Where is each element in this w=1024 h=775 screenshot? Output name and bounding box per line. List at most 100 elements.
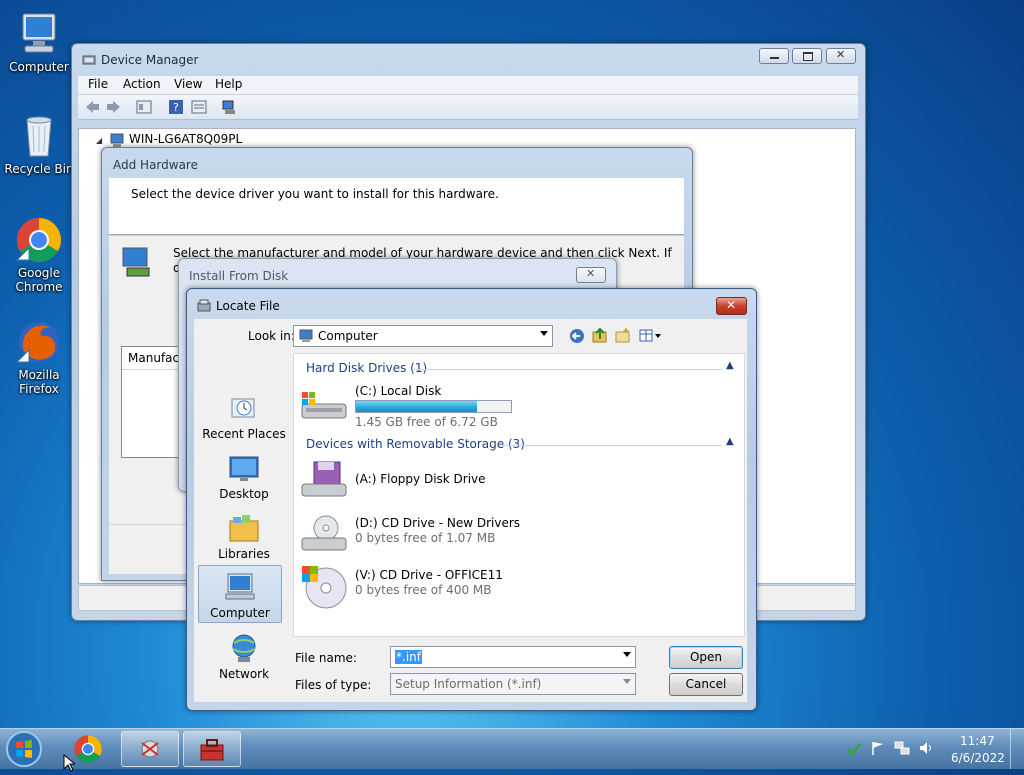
chrome-icon (73, 734, 103, 767)
files-of-type-label: Files of type: (295, 678, 372, 692)
floppy-drive-icon (300, 460, 348, 503)
maximize-button[interactable] (792, 48, 822, 64)
toolbox-icon (198, 737, 226, 766)
group-divider (414, 369, 722, 370)
back-icon[interactable] (569, 328, 585, 347)
menu-action[interactable]: Action (123, 77, 161, 91)
recent-places-icon (228, 393, 260, 423)
sidebar-item-label: Computer (210, 606, 270, 620)
manufacturer-header: Manufact (128, 351, 184, 365)
wizard-heading: Select the device driver you want to ins… (131, 187, 499, 201)
desktop-icon-chrome[interactable]: Google Chrome (1, 216, 77, 294)
clock-time[interactable]: 11:47 (960, 734, 995, 748)
details-view-icon[interactable] (191, 99, 207, 115)
group-header-hard-disks[interactable]: Hard Disk Drives (1) (306, 361, 427, 375)
desktop-icon-label: Computer (9, 60, 69, 74)
local-disk-icon (300, 390, 348, 425)
tree-expand-icon[interactable]: ◢ (96, 136, 102, 145)
action-center-flag-icon[interactable] (870, 740, 886, 759)
drive-name: (D:) CD Drive - New Drivers (355, 516, 521, 530)
svg-text:?: ? (173, 101, 179, 114)
window-title: Install From Disk (189, 269, 289, 283)
computer-icon (224, 572, 256, 602)
wizard-header: Select the device driver you want to ins… (109, 178, 684, 235)
cd-drive-icon (300, 514, 348, 557)
start-button[interactable] (4, 729, 48, 769)
locate-file-dialog: Locate File ✕ Look in: Computer Recent P… (186, 288, 757, 711)
office-cd-icon (300, 564, 348, 613)
hardware-icon (121, 246, 153, 281)
desktop-icon-label: Recycle Bin (4, 162, 74, 176)
desktop-icon-recycle-bin[interactable]: Recycle Bin (1, 112, 77, 176)
network-tray-icon[interactable] (894, 740, 910, 759)
look-in-combo[interactable]: Computer (293, 325, 553, 347)
sidebar-item-computer[interactable]: Computer (198, 565, 282, 623)
close-button[interactable]: ✕ (826, 48, 856, 64)
taskbar-device-manager-button[interactable] (121, 731, 179, 767)
drive-free-space: 0 bytes free of 1.07 MB (355, 531, 496, 545)
desktop-icon-computer[interactable]: Computer (1, 10, 77, 74)
sidebar-item-label: Libraries (218, 547, 270, 561)
view-menu-icon[interactable] (639, 328, 663, 347)
collapse-chevron-icon[interactable]: ▲ (726, 360, 734, 371)
computer-icon (15, 10, 63, 58)
sidebar-item-libraries[interactable]: Libraries (202, 513, 286, 561)
computer-small-icon (299, 329, 313, 346)
sidebar-item-label: Network (218, 667, 270, 681)
group-header-removable[interactable]: Devices with Removable Storage (3) (306, 437, 525, 451)
look-in-value: Computer (318, 329, 378, 343)
menu-file[interactable]: File (88, 77, 108, 91)
forward-arrow-icon[interactable] (106, 99, 122, 115)
firefox-icon (15, 318, 63, 366)
drive-item-a[interactable]: (A:) Floppy Disk Drive (300, 458, 720, 500)
device-manager-icon (137, 737, 163, 764)
back-arrow-icon[interactable] (84, 99, 100, 115)
files-of-type-value: Setup Information (*.inf) (395, 677, 542, 691)
show-desktop-button[interactable] (1010, 729, 1024, 769)
desktop-icon-label: Mozilla Firefox (18, 368, 60, 396)
taskbar-add-hardware-button[interactable] (183, 731, 241, 767)
close-button[interactable]: ✕ (716, 297, 747, 315)
drive-name: (V:) CD Drive - OFFICE11 (355, 568, 503, 582)
look-in-label: Look in: (248, 329, 295, 343)
files-of-type-combo[interactable]: Setup Information (*.inf) (390, 673, 636, 695)
minimize-button[interactable] (759, 48, 789, 64)
volume-tray-icon[interactable] (918, 740, 934, 759)
mouse-cursor-icon (63, 753, 77, 775)
window-title: Add Hardware (113, 158, 198, 172)
file-name-combo[interactable]: *.inf (390, 646, 636, 668)
drive-item-v[interactable]: (V:) CD Drive - OFFICE11 0 bytes free of… (300, 564, 720, 610)
taskbar: 11:47 6/6/2022 (0, 728, 1024, 769)
drive-item-d[interactable]: (D:) CD Drive - New Drivers 0 bytes free… (300, 512, 720, 554)
file-name-label: File name: (295, 651, 357, 665)
dialog-body: Look in: Computer Recent Places Desktop … (194, 319, 747, 702)
cancel-button[interactable]: Cancel (669, 673, 743, 696)
window-title: Locate File (216, 299, 280, 313)
new-folder-icon[interactable] (615, 327, 631, 346)
up-folder-icon[interactable] (592, 327, 608, 346)
locate-file-icon (197, 299, 211, 316)
sidebar-item-network[interactable]: Network (202, 633, 286, 681)
menu-bar: File Action View Help (78, 76, 858, 94)
libraries-icon (228, 513, 260, 543)
close-button[interactable]: ✕ (576, 267, 606, 283)
desktop-icon-firefox[interactable]: Mozilla Firefox (1, 318, 77, 396)
menu-view[interactable]: View (174, 77, 202, 91)
sidebar-item-desktop[interactable]: Desktop (202, 453, 286, 501)
clock-date[interactable]: 6/6/2022 (951, 751, 1005, 765)
sidebar-item-label: Desktop (219, 487, 269, 501)
tree-root-label[interactable]: WIN-LG6AT8Q09PL (129, 132, 242, 146)
places-bar: Recent Places Desktop Libraries Computer (198, 353, 294, 693)
desktop-icon-label: Google Chrome (15, 266, 63, 294)
scan-hardware-icon[interactable] (221, 99, 237, 115)
drive-item-c[interactable]: (C:) Local Disk 1.45 GB free of 6.72 GB (300, 382, 720, 429)
menu-help[interactable]: Help (215, 77, 242, 91)
help-icon[interactable]: ? (168, 99, 184, 115)
collapse-chevron-icon[interactable]: ▲ (726, 436, 734, 447)
open-button[interactable]: Open (669, 646, 743, 669)
properties-view-icon[interactable] (136, 99, 152, 115)
sidebar-item-recent-places[interactable]: Recent Places (202, 393, 286, 441)
security-tray-icon[interactable] (846, 741, 862, 760)
network-icon (228, 633, 260, 663)
file-name-value: *.inf (395, 650, 422, 664)
